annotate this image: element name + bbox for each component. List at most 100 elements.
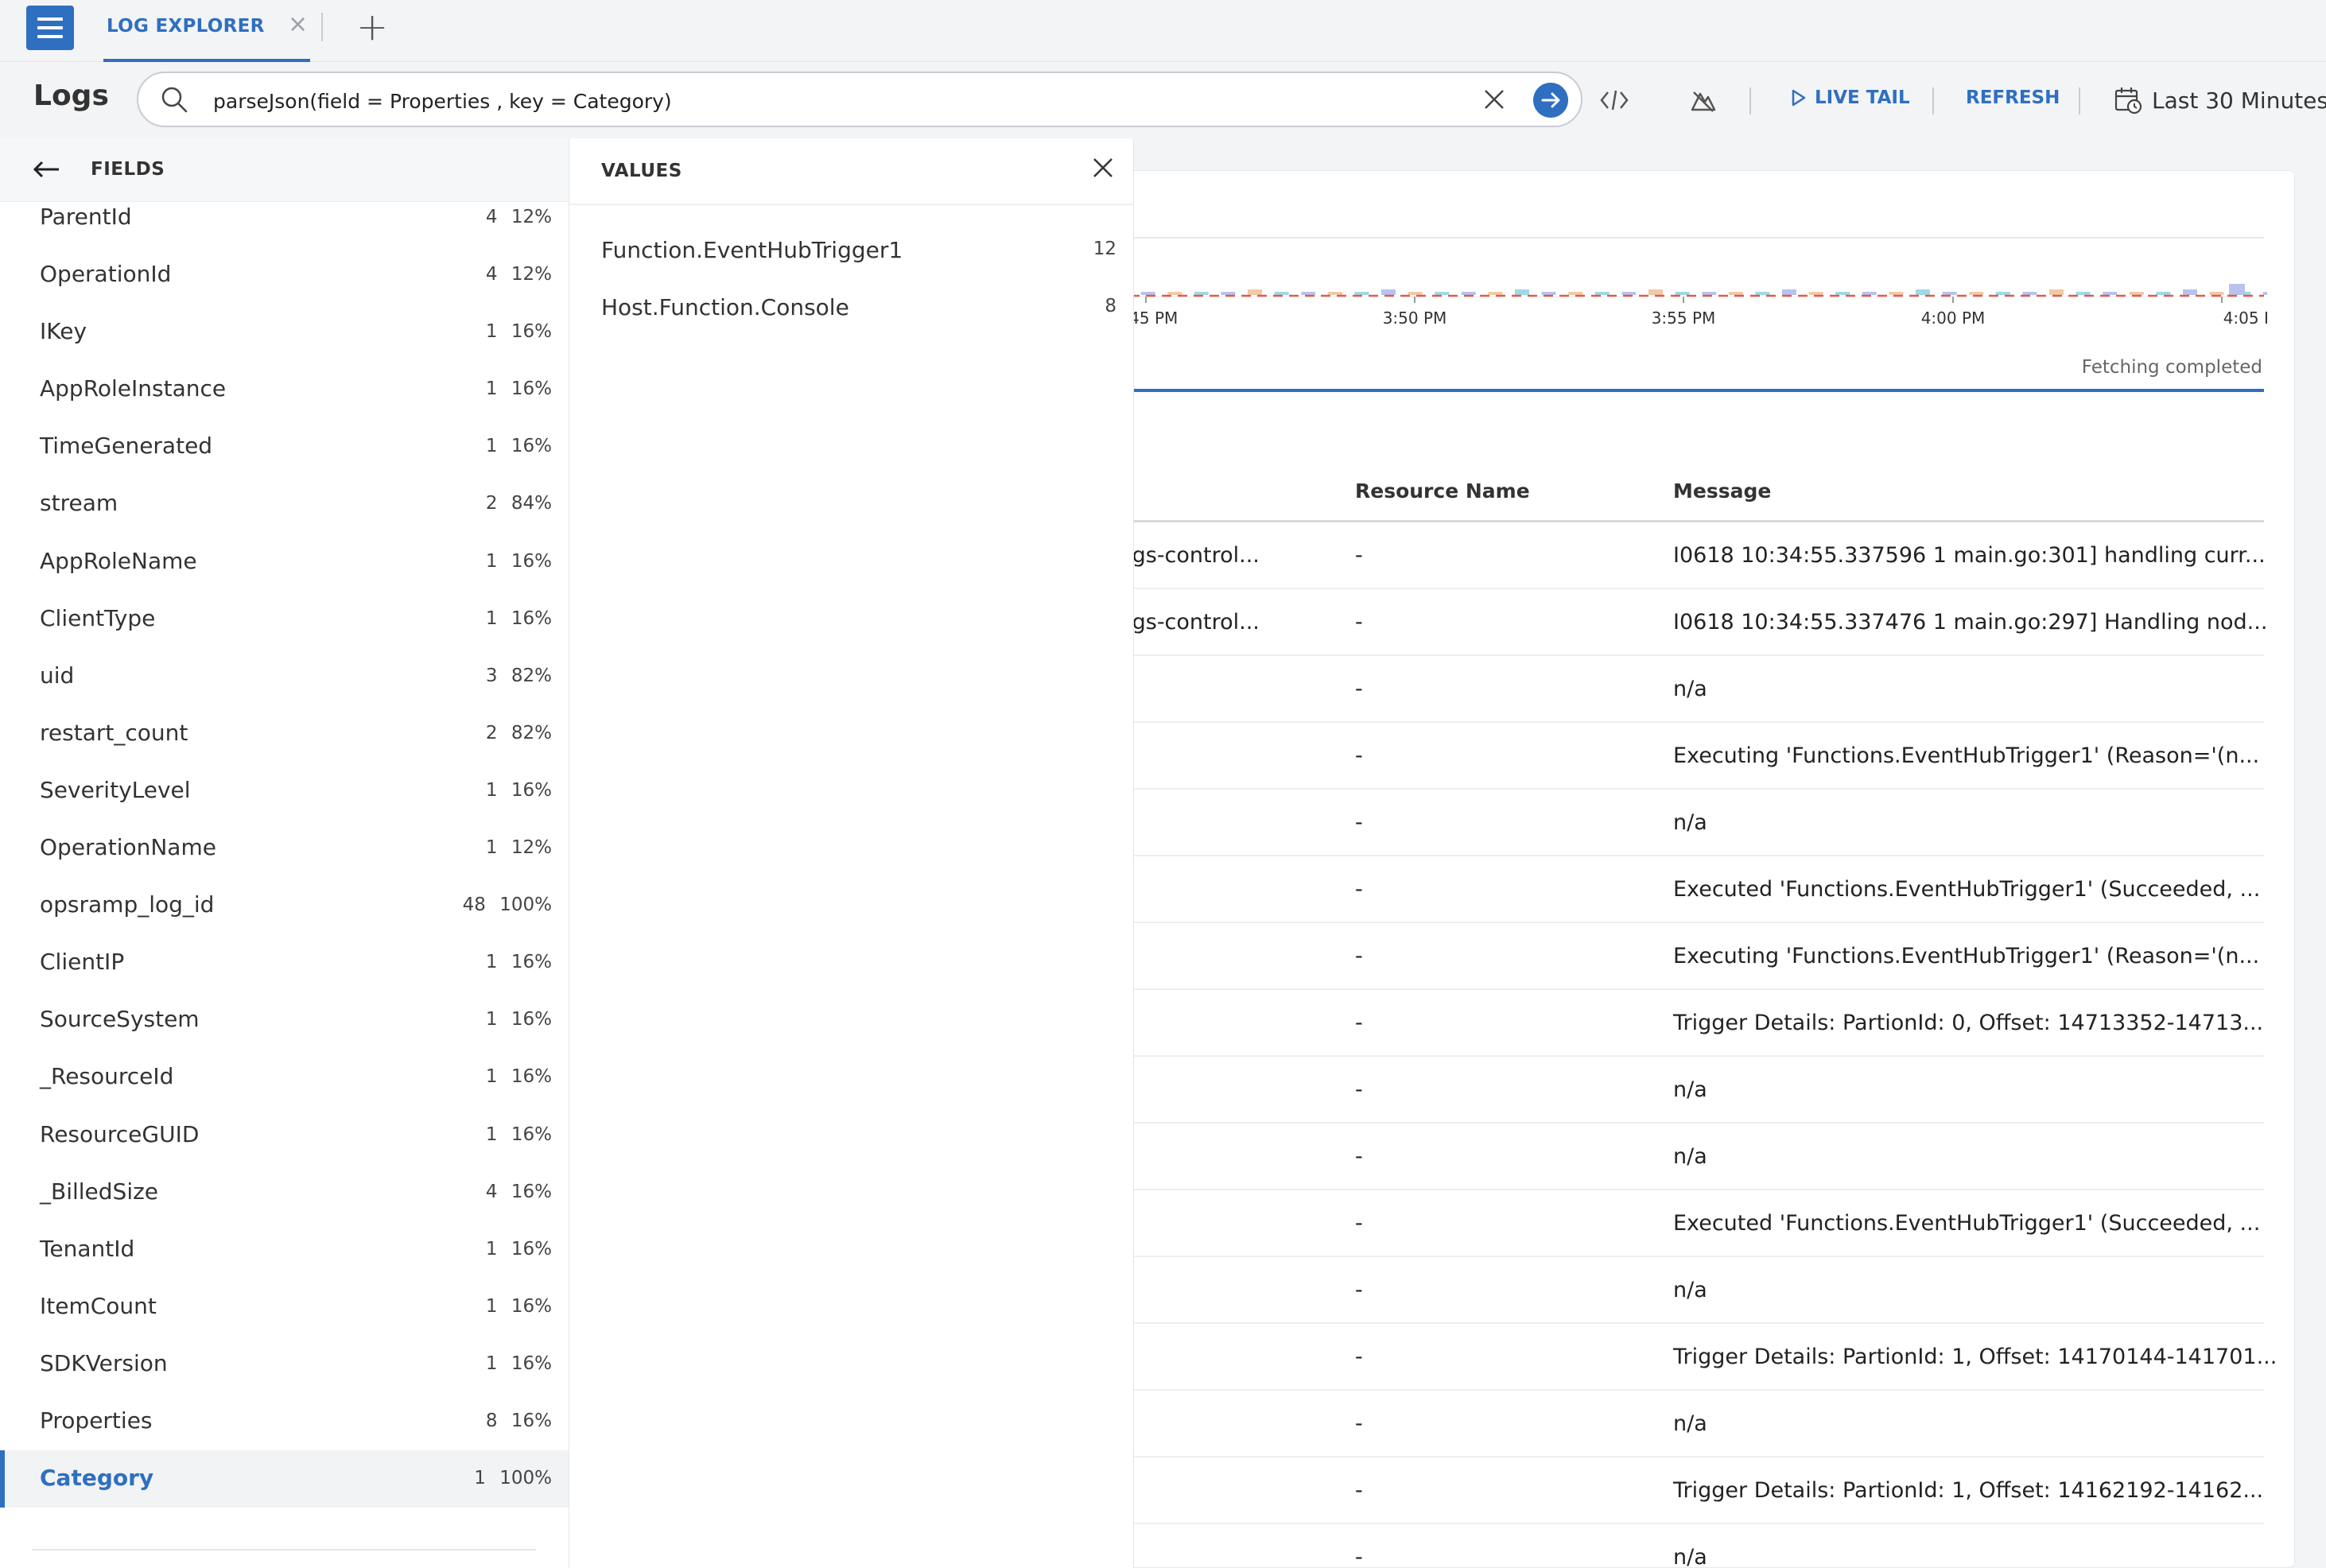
field-stats: 1 12% <box>486 837 552 858</box>
field-item[interactable]: ResourceGUID 1 16% <box>0 1107 569 1164</box>
tab-close-icon[interactable]: × <box>288 10 308 38</box>
table-row[interactable]: - Trigger Details: PartionId: 1, Offset: … <box>1098 1457 2264 1524</box>
field-item[interactable]: AppRoleName 1 16% <box>0 534 569 591</box>
table-row[interactable]: - Executing 'Functions.EventHubTrigger1' … <box>1098 923 2264 990</box>
histogram-bar <box>1488 292 1503 295</box>
field-item[interactable]: SDKVersion 1 16% <box>0 1336 569 1393</box>
cell-resource-name: - <box>1355 743 1363 768</box>
field-item[interactable]: SeverityLevel 1 16% <box>0 763 569 820</box>
table-row[interactable]: - n/a <box>1098 656 2264 723</box>
field-item[interactable]: _BilledSize 4 16% <box>0 1164 569 1221</box>
field-count: 2 <box>485 493 498 514</box>
clear-icon[interactable] <box>1482 87 1506 111</box>
cell-resource-name: - <box>1355 810 1363 835</box>
field-percent: 16% <box>511 1410 552 1431</box>
fields-title: FIELDS <box>91 159 165 180</box>
table-row[interactable]: - n/a <box>1098 790 2264 856</box>
histogram-bar <box>1515 289 1529 295</box>
field-item[interactable]: Properties 8 16% <box>0 1393 569 1450</box>
time-range-picker[interactable]: Last 30 Minutes <box>2114 86 2326 114</box>
table-row[interactable]: - n/a <box>1098 1124 2264 1190</box>
live-tail-button[interactable]: LIVE TAIL <box>1791 87 1910 108</box>
run-query-icon[interactable] <box>1533 83 1568 118</box>
table-row[interactable]: - Executed 'Functions.EventHubTrigger1' (… <box>1098 1190 2264 1257</box>
tab-log-explorer[interactable]: LOG EXPLORER × <box>103 0 310 62</box>
tab-bar: LOG EXPLORER × + <box>0 0 2326 62</box>
close-icon[interactable] <box>1089 154 1116 181</box>
field-percent: 84% <box>511 493 552 514</box>
table-row[interactable]: c-logs-control... - I0618 10:34:55.337476 … <box>1098 589 2267 656</box>
histogram-bar <box>1274 292 1289 295</box>
value-item[interactable]: Function.EventHubTrigger1 12 <box>569 221 1134 278</box>
field-item[interactable]: stream 2 84% <box>0 475 569 533</box>
cell-message: n/a <box>1673 1545 1707 1568</box>
field-item[interactable]: uid 3 82% <box>0 648 569 705</box>
tab-label: LOG EXPLORER <box>107 16 265 37</box>
field-name: AppRoleName <box>40 547 197 574</box>
value-name: Function.EventHubTrigger1 <box>601 237 903 263</box>
histogram-bar <box>2183 289 2197 295</box>
field-item[interactable]: opsramp_log_id 48 100% <box>0 877 569 934</box>
histogram-bar <box>1728 292 1743 295</box>
field-item[interactable]: TenantId 1 16% <box>0 1221 569 1279</box>
table-row[interactable]: - Trigger Details: PartionId: 1, Offset: … <box>1098 1324 2277 1391</box>
cell-resource-name: - <box>1355 1545 1363 1568</box>
field-item[interactable]: ItemCount 1 16% <box>0 1279 569 1336</box>
histogram-bar <box>1942 292 1957 295</box>
table-row[interactable]: - n/a <box>1098 1257 2264 1324</box>
add-tab-icon[interactable]: + <box>356 3 388 51</box>
field-list: ParentId 4 12% OperationId 4 12% IKey 1 16% Ap… <box>0 189 569 1508</box>
table-row[interactable]: - n/a <box>1098 1524 2264 1568</box>
field-count: 4 <box>485 207 498 227</box>
cell-message: I0618 10:34:55.337596 1 main.go:301] han… <box>1673 543 2266 568</box>
field-count: 48 <box>462 895 486 916</box>
field-item[interactable]: AppRoleInstance 1 16% <box>0 361 569 418</box>
hamburger-menu-icon[interactable] <box>26 6 74 50</box>
table-row[interactable]: - Executed 'Functions.EventHubTrigger1' (… <box>1098 856 2264 923</box>
values-header: VALUES <box>569 138 1134 205</box>
field-stats: 1 16% <box>486 551 552 572</box>
cell-resource-name: - <box>1355 1077 1363 1102</box>
value-item[interactable]: Host.Function.Console 8 <box>569 278 1134 336</box>
field-name: SDKVersion <box>40 1349 168 1376</box>
code-icon[interactable] <box>1598 84 1630 116</box>
histogram-bar <box>1568 292 1583 295</box>
cell-resource-name: - <box>1355 1144 1363 1169</box>
field-stats: 1 16% <box>486 780 552 801</box>
histogram-bar <box>1782 289 1796 295</box>
histogram-bar <box>2129 292 2144 295</box>
table-row[interactable]: - Executing 'Functions.EventHubTrigger1' … <box>1098 723 2264 790</box>
field-item[interactable]: IKey 1 16% <box>0 304 569 361</box>
field-item[interactable]: Category 1 100% <box>0 1450 569 1508</box>
column-header-message[interactable]: Message <box>1673 479 1771 503</box>
field-item[interactable]: ClientIP 1 16% <box>0 934 569 992</box>
cell-resource-name: - <box>1355 1278 1363 1302</box>
table-row[interactable]: c-logs-control... - I0618 10:34:55.337596 … <box>1098 522 2266 589</box>
histogram-bar <box>1648 289 1663 295</box>
field-stats: 8 16% <box>486 1411 552 1431</box>
back-arrow-icon[interactable] <box>32 157 60 181</box>
field-item[interactable]: ClientType 1 16% <box>0 591 569 648</box>
field-stats: 48 100% <box>463 895 552 915</box>
field-name: TenantId <box>40 1235 135 1262</box>
table-row[interactable]: - Trigger Details: PartionId: 0, Offset: … <box>1098 990 2264 1057</box>
chart-settings-icon[interactable] <box>1687 84 1719 116</box>
field-item[interactable]: restart_count 2 82% <box>0 705 569 763</box>
field-count: 3 <box>485 665 498 686</box>
cell-message: Executed 'Functions.EventHubTrigger1' (S… <box>1673 877 2261 902</box>
column-header-resource-name[interactable]: Resource Name <box>1355 479 1530 503</box>
field-item[interactable]: SourceSystem 1 16% <box>0 992 569 1049</box>
field-item[interactable]: OperationId 4 12% <box>0 246 569 304</box>
field-item[interactable]: OperationName 1 12% <box>0 820 569 877</box>
toolbar-divider <box>2079 87 2080 114</box>
field-item[interactable]: TimeGenerated 1 16% <box>0 418 569 475</box>
refresh-button[interactable]: REFRESH <box>1966 87 2060 108</box>
table-row[interactable]: - n/a <box>1098 1391 2264 1457</box>
search-icon <box>161 87 188 113</box>
query-input[interactable]: parseJson(field = Properties , key = Cat… <box>137 72 1582 127</box>
histogram-bar <box>1621 292 1637 295</box>
field-item[interactable]: _ResourceId 1 16% <box>0 1049 569 1106</box>
field-count: 2 <box>485 722 498 743</box>
table-row[interactable]: - n/a <box>1098 1057 2264 1124</box>
cell-resource-name: - <box>1355 610 1363 635</box>
